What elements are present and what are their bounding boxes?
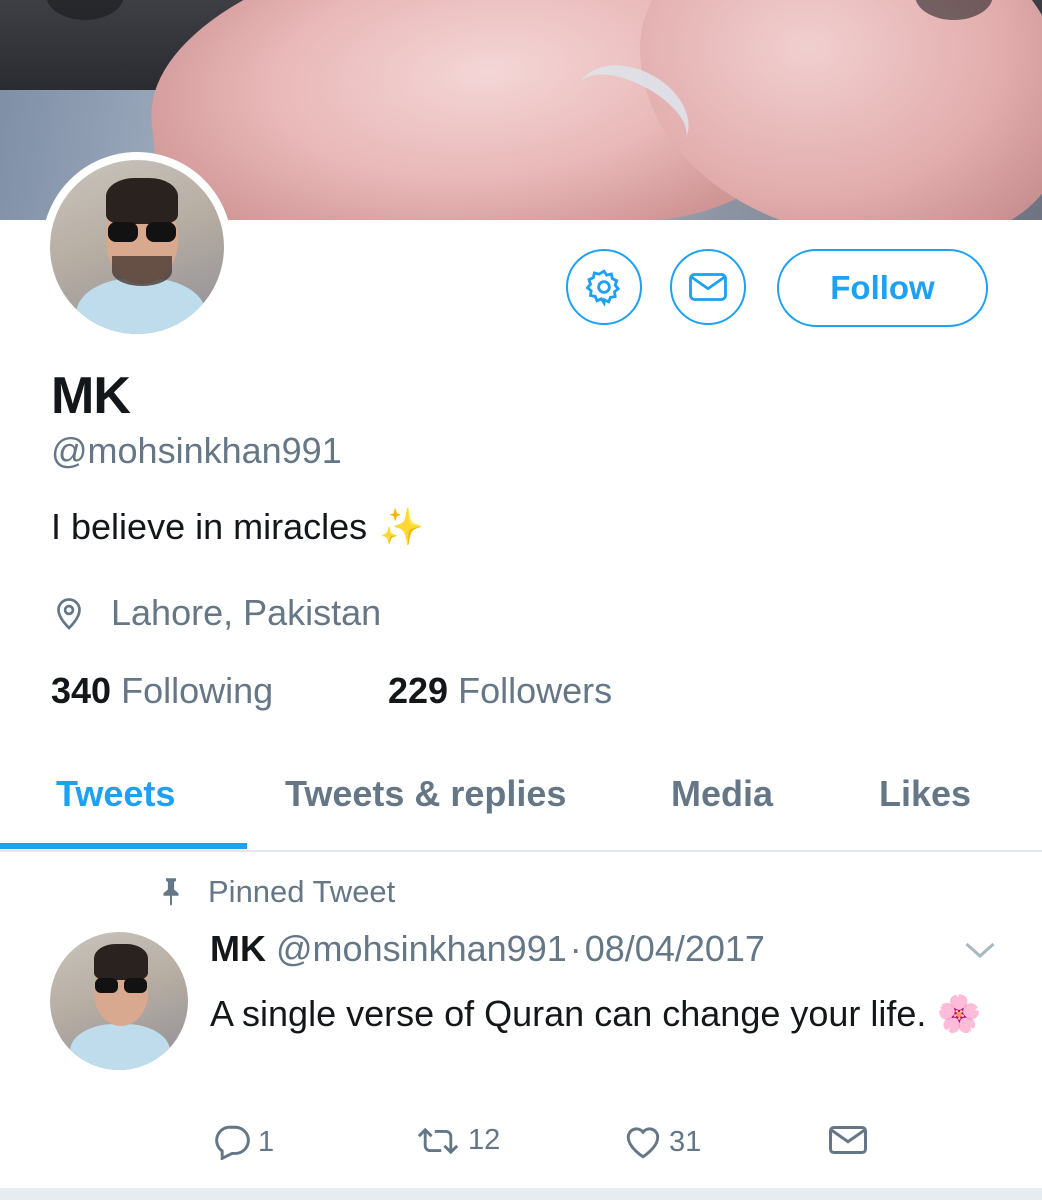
profile-location: Lahore, Pakistan — [51, 592, 381, 634]
followers-stat[interactable]: 229 Followers — [388, 670, 612, 712]
tweet-date[interactable]: 08/04/2017 — [585, 928, 765, 969]
retweet-button[interactable]: 12 — [414, 1124, 500, 1157]
heart-icon — [626, 1127, 660, 1159]
following-stat[interactable]: 340 Following — [51, 670, 273, 712]
reply-icon — [215, 1125, 250, 1160]
reply-button[interactable]: 1 — [212, 1124, 274, 1160]
bio-text: I believe in miracles — [51, 506, 368, 547]
profile-display-name: MK — [51, 367, 131, 425]
flower-emoji: 🌸 — [936, 993, 982, 1034]
tweet-separator: · — [569, 928, 582, 969]
location-pin-icon — [57, 598, 81, 630]
like-count: 31 — [669, 1125, 702, 1158]
followers-label: Followers — [458, 670, 613, 711]
sparkle-emoji: ✨ — [379, 506, 424, 547]
location-text: Lahore, Pakistan — [111, 592, 382, 633]
gear-icon — [585, 269, 621, 307]
tweet-author-handle[interactable]: @mohsinkhan991 — [276, 928, 567, 969]
settings-button[interactable] — [566, 249, 642, 325]
tab-tweets[interactable]: Tweets — [56, 773, 175, 815]
message-button[interactable] — [670, 249, 746, 325]
avatar-image — [50, 160, 224, 334]
profile-handle: @mohsinkhan991 — [51, 430, 342, 471]
direct-message-button[interactable] — [828, 1124, 868, 1156]
followers-count: 229 — [388, 670, 449, 711]
back-button[interactable] — [46, 0, 124, 20]
envelope-icon — [829, 1126, 867, 1154]
tweet-menu-button[interactable] — [962, 938, 998, 967]
tweet-header: MK @mohsinkhan991·08/04/2017 — [210, 928, 765, 970]
following-count: 340 — [51, 670, 112, 711]
like-button[interactable]: 31 — [623, 1124, 701, 1160]
reply-count: 1 — [258, 1125, 275, 1158]
tweet-avatar[interactable] — [50, 932, 188, 1070]
chevron-down-icon — [965, 942, 995, 959]
profile-avatar[interactable] — [42, 152, 232, 342]
follow-button[interactable]: Follow — [777, 249, 988, 327]
retweet-count: 12 — [468, 1124, 501, 1156]
following-label: Following — [121, 670, 274, 711]
tab-tweets-replies[interactable]: Tweets & replies — [285, 773, 566, 815]
envelope-icon — [689, 273, 727, 301]
pinned-tweet-label: Pinned Tweet — [158, 874, 395, 910]
tweet-body: A single verse of Quran can change your … — [210, 993, 927, 1034]
profile-bio: I believe in miracles ✨ — [51, 506, 424, 548]
tab-media[interactable]: Media — [671, 773, 773, 815]
active-tab-indicator — [0, 843, 247, 849]
bottom-divider — [0, 1188, 1042, 1200]
tab-likes[interactable]: Likes — [879, 773, 971, 815]
profile-tabs: Tweets Tweets & replies Media Likes — [0, 760, 1042, 852]
tweet-author-name[interactable]: MK — [210, 928, 266, 969]
tweet-text: A single verse of Quran can change your … — [210, 982, 1000, 1045]
retweet-icon — [417, 1127, 459, 1154]
pin-icon — [163, 878, 179, 906]
pinned-tweet-text: Pinned Tweet — [208, 874, 396, 909]
